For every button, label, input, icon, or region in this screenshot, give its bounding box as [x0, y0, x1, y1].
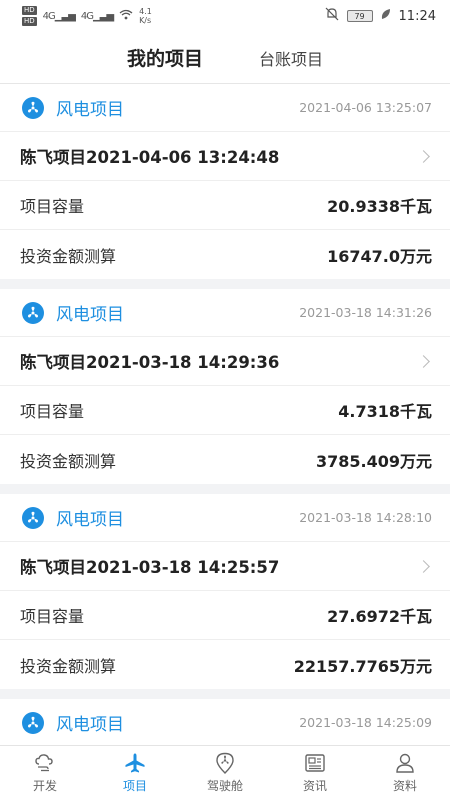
- capacity-row: 项目容量 4.7318千瓦: [0, 386, 450, 435]
- bottom-nav: 开发 项目 驾驶舱 资讯 资料: [0, 745, 450, 800]
- chevron-right-icon: [417, 559, 430, 573]
- capacity-label: 项目容量: [20, 607, 85, 626]
- project-title-row[interactable]: 陈飞项目2021-03-18 14:25:57: [0, 542, 450, 591]
- capacity-label: 项目容量: [20, 197, 85, 216]
- project-name: 陈飞项目2021-04-06 13:24:48: [20, 148, 280, 167]
- project-type: 风电项目: [56, 305, 124, 325]
- wind-fan-icon: [22, 506, 44, 529]
- airplane-icon: [124, 752, 146, 774]
- project-type: 风电项目: [56, 100, 124, 120]
- investment-label: 投资金额测算: [20, 656, 117, 676]
- capacity-row: 项目容量 20.9338千瓦: [0, 181, 450, 230]
- project-type: 风电项目: [56, 715, 124, 735]
- hd-badge: HD: [22, 17, 37, 26]
- cloud-wind-icon: [34, 752, 56, 774]
- investment-row: 投资金额测算 3785.409万元: [0, 435, 450, 484]
- investment-row: 投资金额测算 16747.0万元: [0, 230, 450, 279]
- investment-value: 3785.409万元: [315, 451, 432, 471]
- card-header: 风电项目 2021-04-06 13:25:07: [0, 84, 450, 132]
- chevron-right-icon: [417, 354, 430, 368]
- investment-label: 投资金额测算: [20, 451, 117, 471]
- capacity-value: 20.9338千瓦: [327, 197, 432, 216]
- chevron-right-icon: [417, 149, 430, 163]
- wind-fan-icon: [22, 711, 44, 734]
- nav-label: 项目: [122, 779, 147, 793]
- nav-label: 驾驶舱: [206, 779, 243, 793]
- mute-icon: [325, 7, 339, 25]
- project-time: 2021-03-18 14:28:10: [299, 510, 432, 525]
- nav-item-develop[interactable]: 开发: [0, 746, 90, 800]
- clock: 11:24: [398, 8, 436, 24]
- project-title-row[interactable]: 陈飞项目2021-03-18 14:29:36: [0, 337, 450, 386]
- nav-item-news[interactable]: 资讯: [270, 746, 360, 800]
- nav-item-materials[interactable]: 资料: [360, 746, 450, 800]
- nav-label: 开发: [32, 779, 57, 793]
- nav-item-cockpit[interactable]: 驾驶舱: [180, 746, 270, 800]
- map-pin-fan-icon: [214, 752, 236, 774]
- status-left: HD HD 4G▁▃▅ 4G▁▃▅ 4.1 K/s: [22, 5, 152, 27]
- project-name: 陈飞项目2021-03-18 14:29:36: [20, 353, 280, 372]
- signal-icon: 4G▁▃▅: [80, 10, 114, 22]
- capacity-value: 27.6972千瓦: [327, 607, 432, 626]
- nav-label: 资料: [392, 779, 417, 793]
- project-card[interactable]: 风电项目 2021-03-18 14:31:26 陈飞项目2021-03-18 …: [0, 289, 450, 484]
- hd-badges: HD HD: [22, 5, 37, 27]
- project-time: 2021-03-18 14:31:26: [299, 305, 432, 320]
- capacity-row: 项目容量 27.6972千瓦: [0, 591, 450, 640]
- project-card[interactable]: 风电项目 2021-03-18 14:25:09: [0, 699, 450, 745]
- wifi-icon: [119, 9, 133, 23]
- nav-item-projects[interactable]: 项目: [90, 746, 180, 800]
- signal-icon: 4G▁▃▅: [42, 10, 76, 22]
- wind-fan-icon: [22, 96, 44, 119]
- network-speed: 4.1 K/s: [139, 7, 152, 25]
- top-tabs: 我的项目 台账项目: [0, 32, 450, 84]
- project-name: 陈飞项目2021-03-18 14:25:57: [20, 558, 280, 577]
- project-type: 风电项目: [56, 510, 124, 530]
- project-list[interactable]: 风电项目 2021-04-06 13:25:07 陈飞项目2021-04-06 …: [0, 84, 450, 745]
- project-time: 2021-04-06 13:25:07: [299, 100, 432, 115]
- person-icon: [394, 752, 416, 774]
- nav-label: 资讯: [302, 779, 327, 793]
- status-bar: HD HD 4G▁▃▅ 4G▁▃▅ 4.1 K/s 79 11:24: [0, 0, 450, 32]
- investment-value: 22157.7765万元: [293, 656, 432, 676]
- battery-indicator: 79: [346, 10, 373, 22]
- leaf-icon: [381, 8, 391, 24]
- project-title-row[interactable]: 陈飞项目2021-04-06 13:24:48: [0, 132, 450, 181]
- investment-value: 16747.0万元: [327, 246, 432, 266]
- project-card[interactable]: 风电项目 2021-03-18 14:28:10 陈飞项目2021-03-18 …: [0, 494, 450, 689]
- project-card[interactable]: 风电项目 2021-04-06 13:25:07 陈飞项目2021-04-06 …: [0, 84, 450, 279]
- investment-row: 投资金额测算 22157.7765万元: [0, 640, 450, 689]
- hd-badge: HD: [22, 6, 37, 15]
- card-header: 风电项目 2021-03-18 14:28:10: [0, 494, 450, 542]
- investment-label: 投资金额测算: [20, 246, 117, 266]
- tab-ledger-projects[interactable]: 台账项目: [259, 46, 323, 70]
- project-time: 2021-03-18 14:25:09: [299, 715, 432, 730]
- capacity-value: 4.7318千瓦: [338, 402, 432, 421]
- card-header: 风电项目 2021-03-18 14:31:26: [0, 289, 450, 337]
- news-icon: [304, 752, 326, 774]
- wind-fan-icon: [22, 301, 44, 324]
- tab-my-projects[interactable]: 我的项目: [127, 44, 203, 71]
- card-header: 风电项目 2021-03-18 14:25:09: [0, 699, 450, 745]
- status-right: 79 11:24: [325, 7, 436, 25]
- capacity-label: 项目容量: [20, 402, 85, 421]
